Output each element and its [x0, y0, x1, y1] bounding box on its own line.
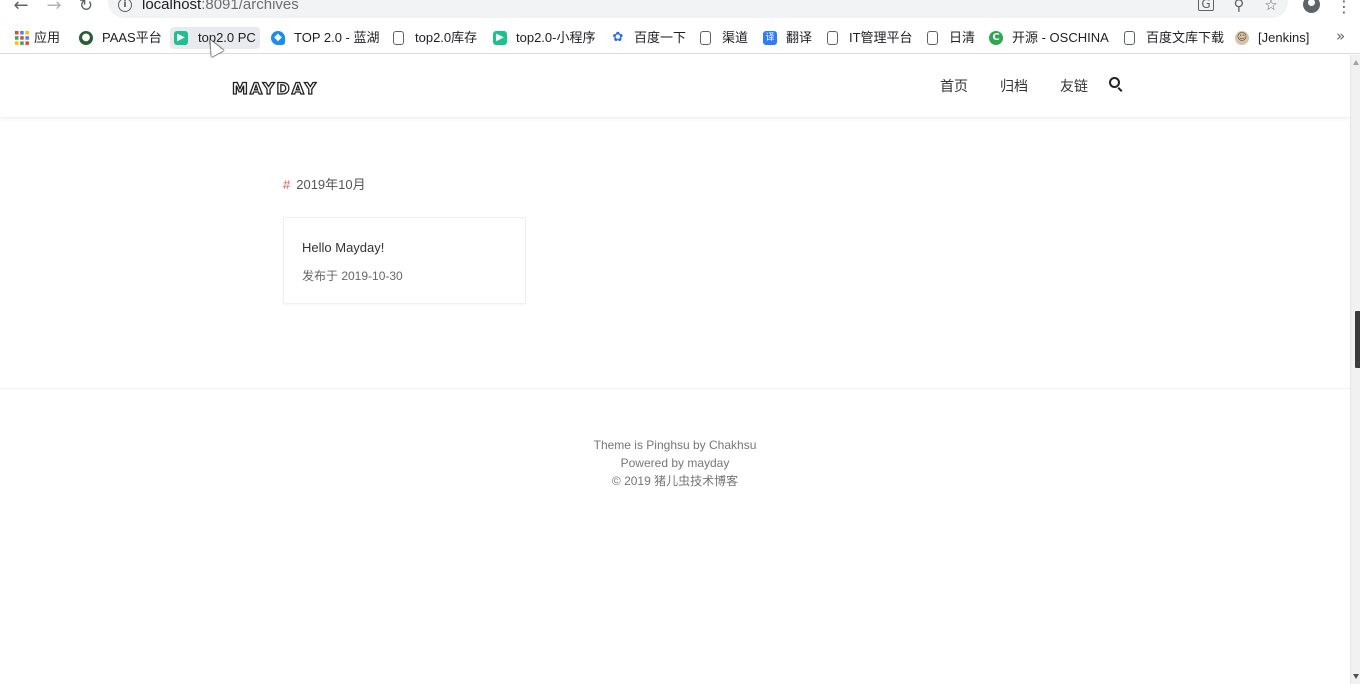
bookmark-oschina[interactable]: C 开源 - OSCHINA: [986, 27, 1109, 49]
nav-links[interactable]: 友链: [1060, 76, 1088, 96]
page-scrollbar[interactable]: [1350, 55, 1360, 684]
url-host: localhost: [142, 0, 202, 13]
archive-month: 2019年10月: [296, 177, 366, 192]
site-logo[interactable]: MAYDAY: [231, 78, 318, 98]
bookmark-label: 日清: [949, 30, 976, 45]
translate-icon[interactable]: G: [1198, 0, 1214, 11]
bookmark-label: top2.0-小程序: [516, 30, 596, 45]
nav-archives[interactable]: 归档: [1000, 76, 1028, 96]
bookmark-label: TOP 2.0 - 蓝湖: [294, 30, 380, 45]
bookmark-label: [Jenkins]: [1258, 30, 1310, 45]
bookmark-channel[interactable]: 渠道: [696, 27, 748, 49]
bookmark-label: 渠道: [722, 30, 749, 45]
scrollbar-thumb[interactable]: [1355, 311, 1360, 368]
vertical-dots-icon[interactable]: ⋮: [1336, 0, 1352, 16]
arrow-left-icon[interactable]: ←: [11, 0, 31, 16]
site-footer: Theme is Pinghsu by Chakhsu Powered by m…: [0, 436, 1350, 490]
site-header: MAYDAY 首页 归档 友链: [0, 55, 1350, 118]
footer-theme-credit: Theme is Pinghsu by Chakhsu: [593, 438, 757, 452]
bookmark-label: 翻译: [786, 30, 813, 45]
baidu-paw-icon: ✿: [612, 30, 624, 45]
post-date: 发布于 2019-10-30: [302, 269, 403, 283]
paas-logo-icon: ●: [79, 31, 93, 45]
bookmark-apps[interactable]: 应用: [12, 27, 60, 49]
reload-icon[interactable]: ↻: [76, 0, 96, 16]
apps-grid-icon: [15, 31, 29, 45]
page-icon: [700, 31, 711, 45]
star-icon[interactable]: ☆: [1262, 0, 1280, 14]
jenkins-icon: ☺: [1235, 31, 1249, 45]
footer-copyright: © 2019 猪儿虫技术博客: [611, 474, 739, 488]
bookmark-lanhu[interactable]: ◆ TOP 2.0 - 蓝湖: [268, 27, 380, 49]
arrow-right-icon[interactable]: →: [44, 0, 64, 16]
page-icon: [827, 31, 838, 45]
translate-yi-icon: 译: [763, 31, 777, 45]
play-green-icon: ▶: [493, 31, 507, 45]
lanhu-icon: ◆: [271, 31, 285, 45]
bookmark-translate[interactable]: 译 翻译: [760, 27, 812, 49]
bookmark-label: top2.0库存: [415, 30, 478, 45]
browser-toolbar: ← → ↻ i localhost:8091/archives G ⚲ ☆ ⋮: [0, 0, 1360, 22]
bookmark-label: 应用: [34, 30, 61, 45]
nav-home[interactable]: 首页: [940, 76, 968, 96]
url-text[interactable]: localhost:8091/archives: [142, 0, 299, 13]
footer-powered-by: Powered by mayday: [620, 456, 730, 470]
chevron-double-right-icon[interactable]: »: [1336, 27, 1345, 45]
profile-icon[interactable]: [1303, 0, 1320, 13]
zoom-icon[interactable]: ⚲: [1230, 0, 1248, 14]
bookmarks-bar: 应用 ● PAAS平台 ▶ top2.0 PC ◆ TOP 2.0 - 蓝湖 t…: [0, 24, 1360, 54]
bookmark-label: 百度文库下载: [1146, 30, 1225, 45]
post-card[interactable]: Hello Mayday! 发布于 2019-10-30: [283, 217, 526, 304]
bookmark-label: PAAS平台: [102, 30, 162, 45]
bookmark-label: IT管理平台: [849, 30, 913, 45]
bookmark-jenkins[interactable]: ☺ [Jenkins]: [1232, 27, 1309, 49]
scroll-up-arrow-icon[interactable]: [1353, 60, 1359, 65]
footer-divider: [0, 388, 1350, 389]
oschina-icon: C: [989, 31, 1003, 45]
search-icon[interactable]: [1109, 77, 1120, 88]
bookmark-top2-miniapp[interactable]: ▶ top2.0-小程序: [490, 27, 595, 49]
archive-month-heading: #2019年10月: [283, 174, 366, 193]
bookmark-label: 开源 - OSCHINA: [1012, 30, 1109, 45]
page-icon: [1124, 31, 1135, 45]
url-path: :8091/archives: [201, 0, 299, 13]
page-viewport: MAYDAY 首页 归档 友链 #2019年10月 Hello Mayday! …: [0, 55, 1350, 684]
scroll-down-arrow-icon[interactable]: [1353, 674, 1359, 679]
hash-mark: #: [283, 177, 291, 192]
bookmark-baidu-wenku[interactable]: 百度文库下载: [1120, 27, 1224, 49]
bookmark-top2-stock[interactable]: top2.0库存: [389, 27, 477, 49]
page-icon: [927, 31, 938, 45]
play-green-icon: ▶: [174, 31, 188, 45]
bookmark-label: 百度一下: [634, 30, 687, 45]
bookmark-baidu[interactable]: ✿ 百度一下: [608, 27, 686, 49]
bookmark-paas[interactable]: ● PAAS平台: [76, 27, 162, 49]
page-icon: [393, 31, 404, 45]
post-title[interactable]: Hello Mayday!: [302, 240, 384, 255]
bookmark-riqing[interactable]: 日清: [923, 27, 975, 49]
bookmark-it-platform[interactable]: IT管理平台: [823, 27, 913, 49]
